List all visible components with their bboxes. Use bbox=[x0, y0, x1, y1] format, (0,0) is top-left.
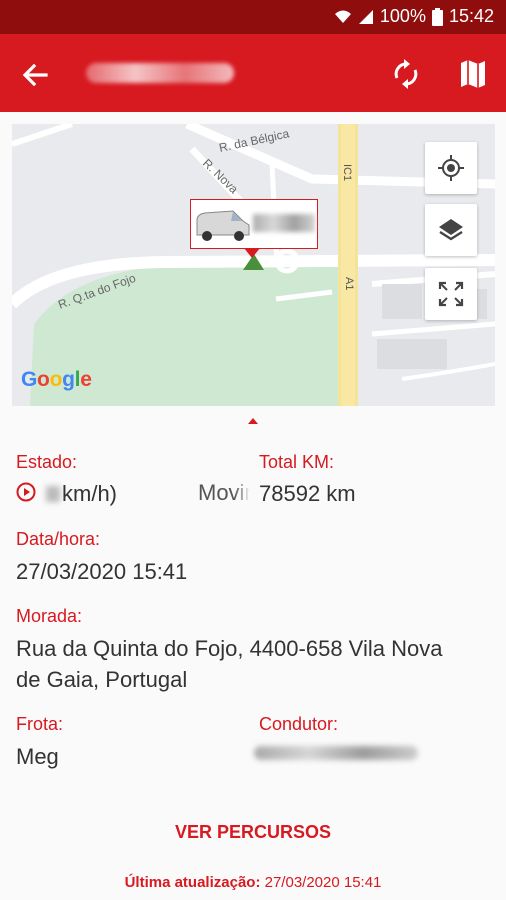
highway-label-a1: A1 bbox=[343, 277, 355, 290]
speed-unit: km/h) bbox=[62, 481, 117, 506]
layers-button[interactable] bbox=[425, 204, 477, 256]
movement-status: Movimento bbox=[198, 480, 250, 505]
status-bar: 100% 15:42 bbox=[0, 0, 506, 34]
vehicle-popup[interactable] bbox=[190, 199, 318, 249]
expand-icon bbox=[438, 281, 464, 307]
morada-label: Morada: bbox=[16, 606, 83, 626]
battery-icon bbox=[431, 7, 443, 26]
back-arrow-icon[interactable] bbox=[20, 60, 50, 90]
total-km-value: 78592 km bbox=[259, 481, 356, 506]
google-logo: Google bbox=[21, 368, 92, 391]
condutor-label: Condutor: bbox=[259, 714, 339, 734]
estado-label: Estado: bbox=[16, 452, 78, 472]
map-icon[interactable] bbox=[458, 58, 488, 90]
app-bar bbox=[0, 34, 506, 112]
fullscreen-button[interactable] bbox=[425, 268, 477, 320]
crosshair-icon bbox=[438, 155, 464, 181]
total-km-label: Total KM: bbox=[259, 452, 335, 472]
datetime-label: Data/hora: bbox=[16, 529, 101, 549]
my-location-button[interactable] bbox=[425, 142, 477, 194]
morada-line-2: de Gaia, Portugal bbox=[16, 667, 188, 692]
refresh-icon[interactable] bbox=[390, 58, 422, 90]
last-update-label: Última atualização: bbox=[124, 874, 261, 891]
vehicle-title-redacted bbox=[86, 63, 234, 83]
last-update-value: 27/03/2020 15:41 bbox=[264, 874, 382, 891]
layers-icon bbox=[439, 219, 463, 241]
highway-label-ic1: IC1 bbox=[341, 164, 353, 181]
ver-percursos-button[interactable]: VER PERCURSOS bbox=[150, 816, 356, 848]
speed-value-redacted bbox=[46, 486, 60, 502]
van-icon bbox=[196, 210, 250, 241]
frota-label: Frota: bbox=[16, 714, 64, 734]
condutor-value-redacted bbox=[254, 746, 418, 760]
popup-pointer bbox=[244, 248, 260, 258]
wifi-icon bbox=[334, 10, 351, 23]
play-circle-icon bbox=[16, 482, 36, 502]
last-update: Última atualização: 27/03/2020 15:41 bbox=[0, 874, 506, 891]
signal-icon bbox=[358, 9, 373, 24]
frota-value: Meg bbox=[16, 744, 59, 769]
map-view[interactable]: R. da Bélgica R. Nova R. Q.ta do Fojo IC… bbox=[12, 124, 495, 406]
collapse-caret-icon[interactable] bbox=[248, 418, 258, 424]
morada-line-1: Rua da Quinta do Fojo, 4400-658 Vila Nov… bbox=[16, 636, 443, 661]
datetime-value: 27/03/2020 15:41 bbox=[16, 559, 188, 584]
status-time: 15:42 bbox=[448, 6, 494, 26]
battery-percent: 100% bbox=[379, 6, 426, 26]
vehicle-plate-redacted bbox=[253, 214, 315, 232]
